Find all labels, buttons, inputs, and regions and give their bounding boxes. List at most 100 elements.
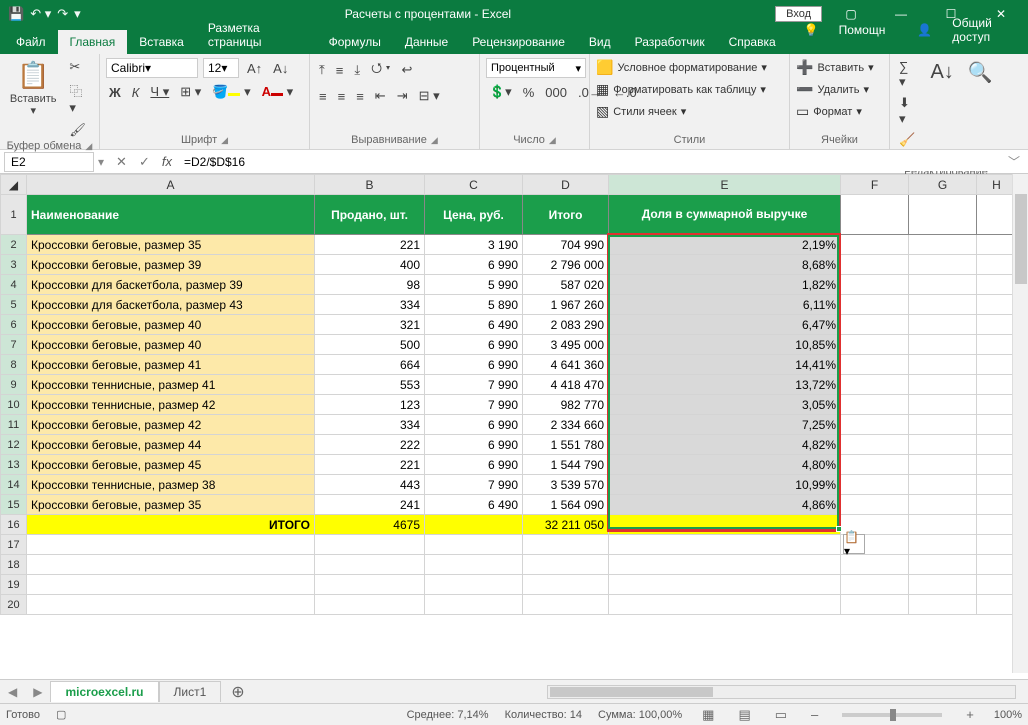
cell-price[interactable]: 6 990 [425, 355, 523, 375]
cell-qty[interactable]: 664 [315, 355, 425, 375]
format-as-table-button[interactable]: ▦Форматировать как таблицу ▾ [596, 80, 766, 99]
cell-name[interactable]: Кроссовки теннисные, размер 41 [27, 375, 315, 395]
tab-help[interactable]: Справка [717, 30, 788, 54]
comma-icon[interactable]: 000 [542, 84, 570, 101]
cell-name[interactable]: Кроссовки беговые, размер 35 [27, 495, 315, 515]
tab-data[interactable]: Данные [393, 30, 460, 54]
cell-total[interactable]: 3 495 000 [523, 335, 609, 355]
cell-share[interactable]: 3,05% [609, 395, 841, 415]
col-F[interactable]: F [841, 175, 909, 195]
vertical-scrollbar[interactable] [1012, 174, 1028, 673]
cell-total[interactable]: 2 083 290 [523, 315, 609, 335]
cell-name[interactable]: Кроссовки беговые, размер 41 [27, 355, 315, 375]
format-painter-icon[interactable]: 🖌 [66, 121, 93, 139]
col-C[interactable]: C [425, 175, 523, 195]
sheet-tab-2[interactable]: Лист1 [159, 681, 222, 702]
decrease-indent-icon[interactable]: ⇤ [372, 87, 389, 105]
font-name-combo[interactable]: Calibri ▾ [106, 58, 198, 78]
row-hdr[interactable]: 12 [1, 435, 27, 455]
col-A[interactable]: A [27, 175, 315, 195]
cell-qty[interactable]: 500 [315, 335, 425, 355]
cell-price[interactable]: 6 990 [425, 335, 523, 355]
cell-price[interactable]: 5 990 [425, 275, 523, 295]
cell-share[interactable]: 4,86% [609, 495, 841, 515]
cell-price[interactable]: 7 990 [425, 395, 523, 415]
insert-cells-button[interactable]: ➕Вставить ▾ [796, 58, 874, 77]
number-launcher-icon[interactable]: ◢ [549, 135, 556, 146]
cell-qty[interactable]: 221 [315, 455, 425, 475]
fill-handle[interactable] [836, 526, 842, 532]
row-1[interactable]: 1 [1, 195, 27, 235]
cancel-formula-icon[interactable]: ✕ [110, 154, 133, 170]
view-page-break-icon[interactable]: ▭ [771, 707, 791, 723]
cell-share[interactable]: 4,82% [609, 435, 841, 455]
borders-icon[interactable]: ⊞ ▾ [177, 83, 204, 101]
cell-name[interactable]: Кроссовки беговые, размер 42 [27, 415, 315, 435]
tab-developer[interactable]: Разработчик [623, 30, 717, 54]
horizontal-scrollbar[interactable] [547, 685, 1016, 699]
zoom-level[interactable]: 100% [994, 709, 1022, 721]
cell-name[interactable]: Кроссовки для баскетбола, размер 43 [27, 295, 315, 315]
cell-total[interactable]: 1 967 260 [523, 295, 609, 315]
cut-icon[interactable]: ✂ [66, 58, 93, 76]
cell-price[interactable]: 3 190 [425, 235, 523, 255]
merge-icon[interactable]: ⊟ ▾ [416, 87, 443, 105]
cell-price[interactable]: 7 990 [425, 475, 523, 495]
align-middle-icon[interactable]: ≡ [333, 62, 347, 79]
increase-font-icon[interactable]: A↑ [244, 60, 265, 77]
increase-indent-icon[interactable]: ⇥ [394, 87, 411, 105]
row-hdr[interactable]: 2 [1, 235, 27, 255]
italic-button[interactable]: К [129, 84, 143, 101]
cell-total[interactable]: 1 544 790 [523, 455, 609, 475]
cell-qty[interactable]: 98 [315, 275, 425, 295]
row-16[interactable]: 16 [1, 515, 27, 535]
wrap-text-icon[interactable]: ↩ [398, 61, 415, 79]
view-normal-icon[interactable]: ▦ [698, 707, 718, 723]
new-sheet-icon[interactable]: ⊕ [221, 682, 254, 702]
view-page-layout-icon[interactable]: ▤ [734, 707, 754, 723]
number-format-combo[interactable]: Процентный▾ [486, 58, 586, 78]
cell-qty[interactable]: 443 [315, 475, 425, 495]
col-E[interactable]: E [609, 175, 841, 195]
cell-total[interactable]: 2 334 660 [523, 415, 609, 435]
cell-share[interactable]: 6,11% [609, 295, 841, 315]
row-hdr[interactable]: 5 [1, 295, 27, 315]
cell-price[interactable]: 6 490 [425, 315, 523, 335]
underline-button[interactable]: Ч ▾ [147, 83, 172, 101]
cell-total[interactable]: 4 418 470 [523, 375, 609, 395]
paste-button[interactable]: 📋 Вставить ▾ [6, 58, 60, 119]
expand-formula-icon[interactable]: ﹀ [1000, 153, 1028, 170]
cell-name[interactable]: Кроссовки беговые, размер 40 [27, 315, 315, 335]
cell-price[interactable]: 6 990 [425, 415, 523, 435]
zoom-slider[interactable] [842, 713, 942, 717]
cell-name[interactable]: Кроссовки теннисные, размер 38 [27, 475, 315, 495]
orientation-icon[interactable]: ⭯ ▾ [368, 58, 393, 82]
enter-formula-icon[interactable]: ✓ [133, 154, 156, 170]
hdr-price[interactable]: Цена, руб. [425, 195, 523, 235]
zoom-out-icon[interactable]: – [807, 707, 822, 722]
hdr-name[interactable]: Наименование [27, 195, 315, 235]
row-hdr[interactable]: 20 [1, 595, 27, 615]
cell-total[interactable]: 1 551 780 [523, 435, 609, 455]
align-top-icon[interactable]: ⤒ [316, 61, 328, 79]
sheet-nav-next-icon[interactable]: ▶ [25, 685, 50, 699]
tab-formulas[interactable]: Формулы [317, 30, 393, 54]
conditional-formatting-button[interactable]: 🟨Условное форматирование ▾ [596, 58, 767, 77]
tab-file[interactable]: Файл [4, 30, 58, 54]
row-hdr[interactable]: 11 [1, 415, 27, 435]
cell-price[interactable]: 6 990 [425, 455, 523, 475]
cell-total[interactable]: 704 990 [523, 235, 609, 255]
cell-qty[interactable]: 221 [315, 235, 425, 255]
cell-qty[interactable]: 123 [315, 395, 425, 415]
cell-total[interactable]: 2 796 000 [523, 255, 609, 275]
row-hdr[interactable]: 10 [1, 395, 27, 415]
cell-price[interactable]: 7 990 [425, 375, 523, 395]
sheet-tab-1[interactable]: microexcel.ru [50, 681, 158, 702]
clipboard-launcher-icon[interactable]: ◢ [85, 141, 92, 152]
col-G[interactable]: G [909, 175, 977, 195]
select-all[interactable]: ◢ [1, 175, 27, 195]
cell-share[interactable]: 6,47% [609, 315, 841, 335]
save-icon[interactable]: 💾 [8, 6, 24, 22]
cell-styles-button[interactable]: ▧Стили ячеек ▾ [596, 102, 686, 121]
row-hdr[interactable]: 3 [1, 255, 27, 275]
